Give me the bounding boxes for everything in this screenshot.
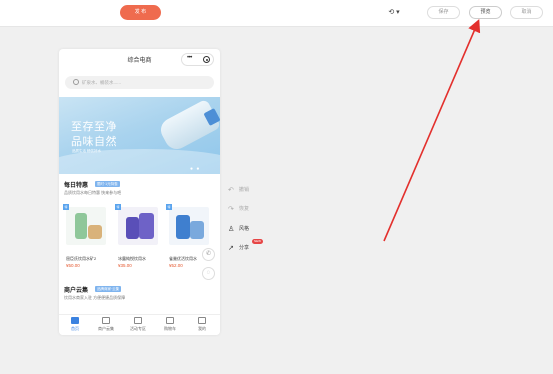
- annotation-arrow-icon: [383, 19, 481, 242]
